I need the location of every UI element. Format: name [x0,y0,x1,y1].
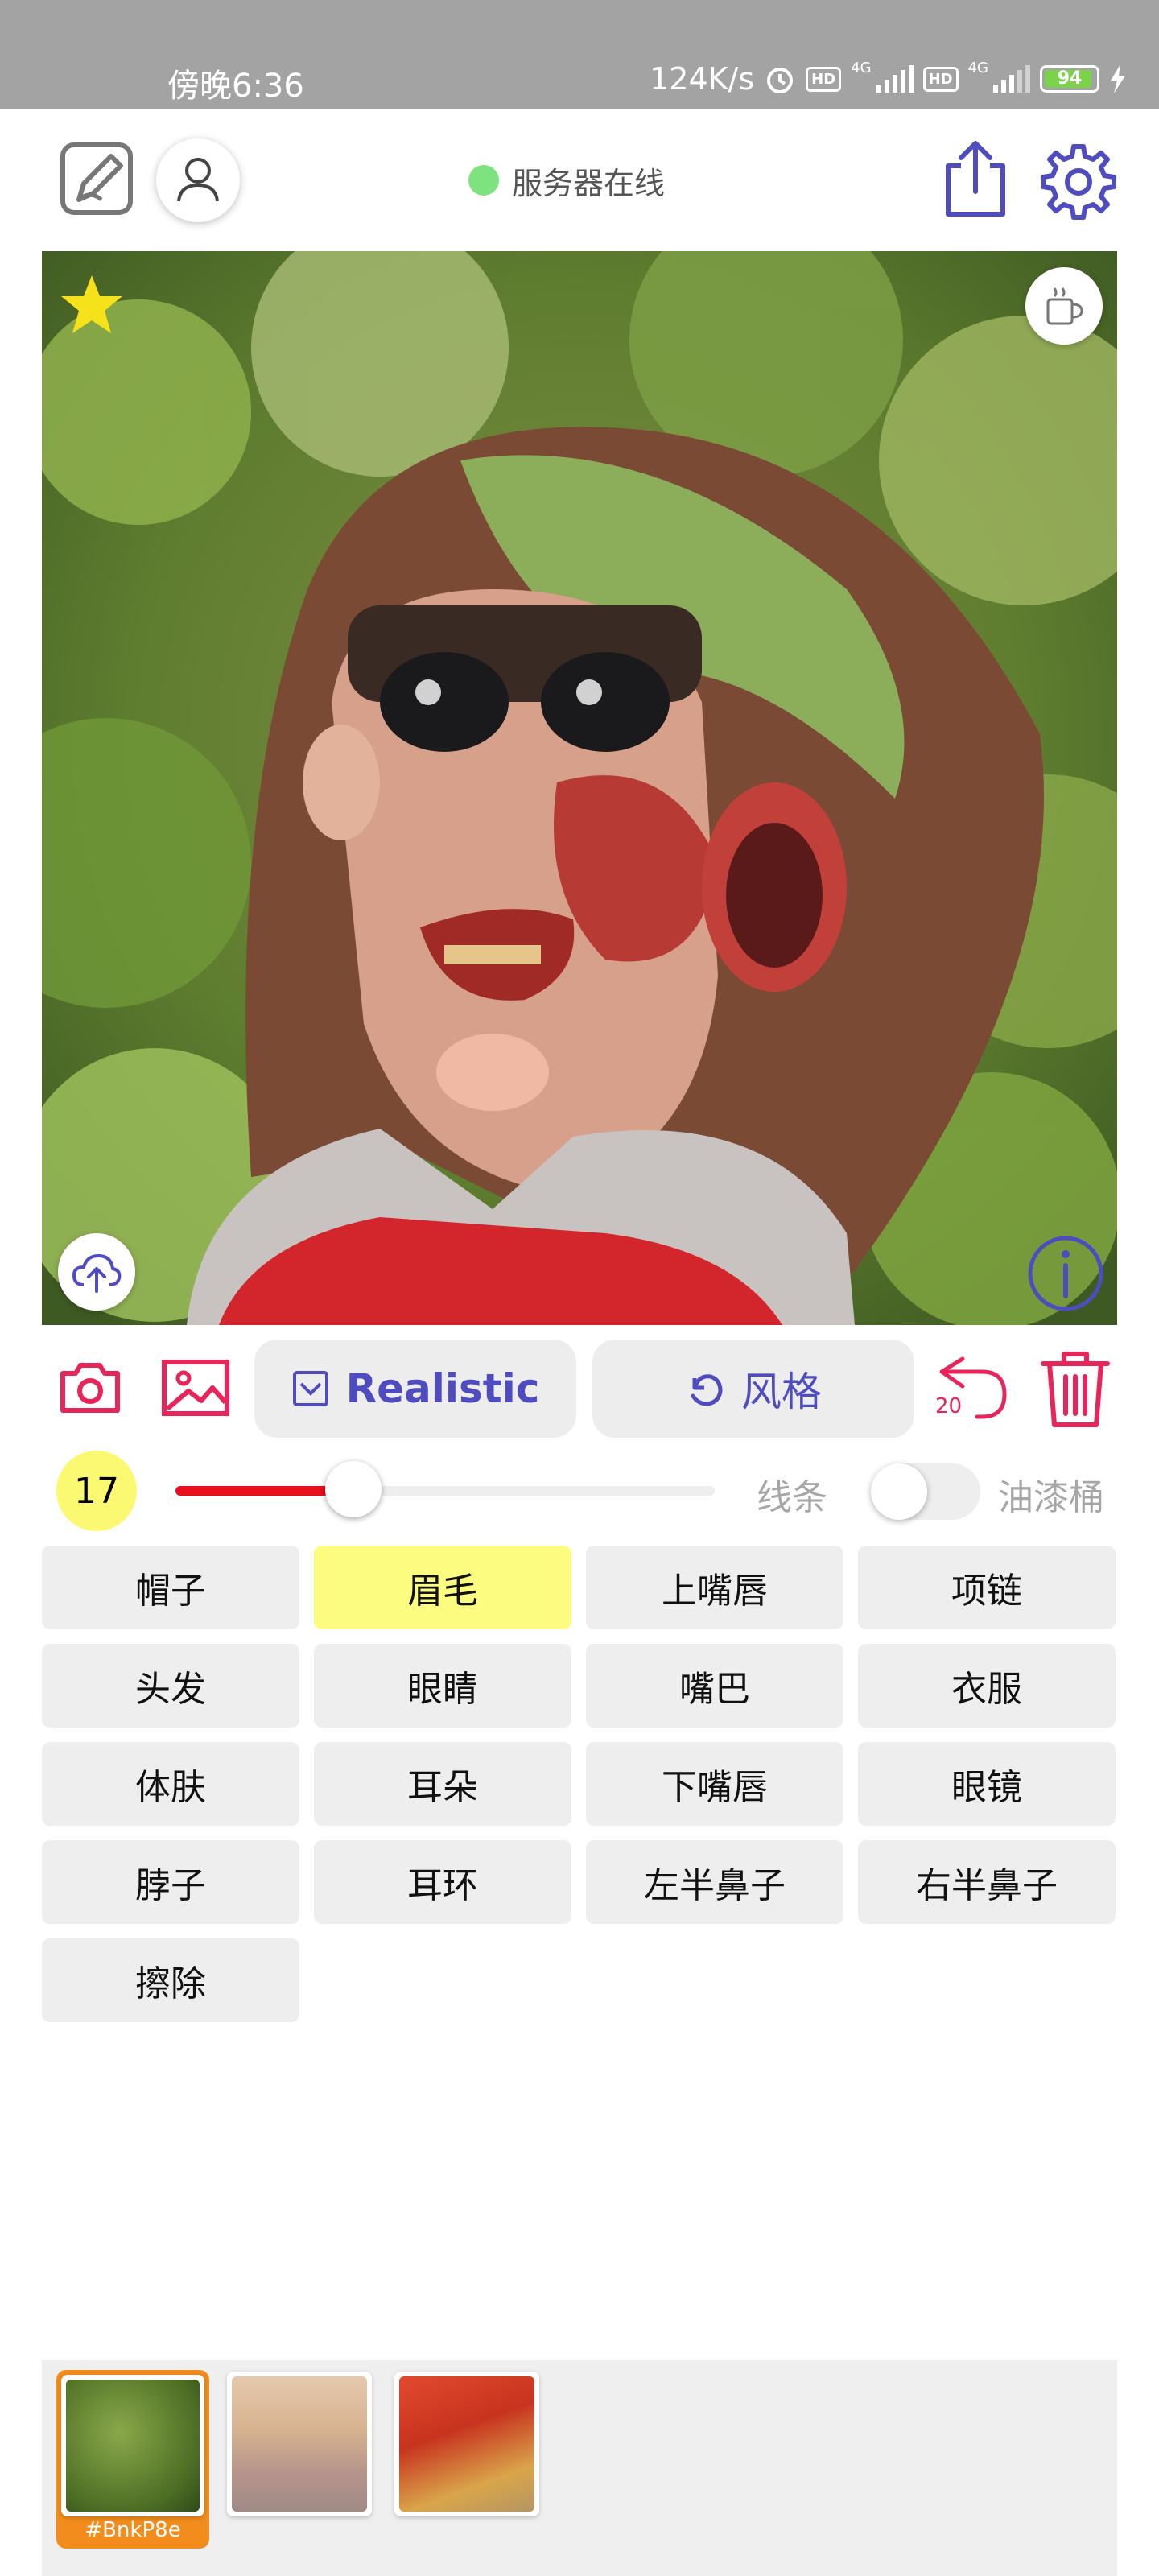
user-icon [177,158,219,202]
part-label: 眼镜 [951,1767,1022,1808]
user-button[interactable] [156,138,240,222]
generated-image [42,251,1117,1325]
signal-icon [993,65,1030,93]
sketch-button[interactable] [58,140,135,217]
part-label: 项链 [951,1571,1022,1612]
style-label: 风格 [741,1368,822,1415]
part-button[interactable]: 眼镜 [858,1742,1116,1826]
alarm-icon [767,68,794,93]
coffee-icon [1046,287,1083,325]
share-icon [946,141,1005,217]
star-icon [61,275,122,333]
part-button[interactable]: 上嘴唇 [586,1546,843,1629]
status-dot-icon [468,165,499,196]
server-status-text: 服务器在线 [512,165,666,201]
status-bar: 傍晚6:36 124K/s HD 4G HD 4G 94 [0,0,1159,109]
history-thumb[interactable] [227,2372,372,2516]
part-button[interactable]: 耳朵 [314,1742,571,1826]
settings-button[interactable] [1038,142,1116,220]
part-button[interactable]: 项链 [858,1546,1116,1629]
network-speed: 124K/s [650,61,755,97]
part-label: 脖子 [135,1865,206,1906]
part-label: 嘴巴 [679,1669,750,1710]
part-label: 下嘴唇 [662,1767,768,1808]
delete-button[interactable] [1038,1349,1112,1430]
history-thumb[interactable] [61,2375,204,2516]
camera-button[interactable] [56,1354,124,1422]
sketch-icon [60,142,133,215]
battery-icon: 94 [1040,65,1099,93]
part-label: 头发 [135,1669,206,1710]
part-button[interactable]: 衣服 [858,1644,1116,1728]
part-label: 耳朵 [407,1767,478,1808]
part-button[interactable]: 眼睛 [314,1644,571,1728]
part-label: 耳环 [407,1865,478,1906]
cloud-upload-icon [72,1254,122,1293]
undo-button[interactable]: 20 [930,1352,1011,1433]
style-button[interactable]: 风格 [592,1340,914,1438]
favorite-button[interactable] [60,272,124,336]
part-button[interactable]: 左半鼻子 [586,1840,843,1924]
mode-label: Realistic [345,1365,540,1412]
part-label: 眉毛 [407,1571,478,1612]
image-icon [162,1360,229,1416]
gallery-button[interactable] [159,1354,232,1422]
part-label: 右半鼻子 [916,1865,1058,1906]
part-label: 帽子 [135,1571,206,1612]
part-label: 擦除 [135,1963,206,2004]
info-button[interactable] [1025,1233,1106,1314]
gear-icon [1041,144,1116,220]
brush-size-slider-knob[interactable] [325,1461,382,1517]
share-button[interactable] [937,138,1014,217]
line-mode-label: 线条 [757,1477,827,1518]
info-icon [1028,1236,1103,1311]
part-button[interactable]: 擦除 [42,1938,299,2022]
part-button[interactable]: 帽子 [42,1546,299,1629]
part-button[interactable]: 耳环 [314,1840,571,1924]
part-label: 体肤 [135,1767,206,1808]
brush-size-value: 17 [74,1470,119,1512]
charging-icon [1111,64,1125,93]
status-icons: 124K/s HD 4G HD 4G 94 [650,56,1127,101]
part-button[interactable]: 体肤 [42,1742,299,1826]
bucket-mode-label: 油漆桶 [998,1477,1104,1518]
brush-size-indicator: 17 [56,1451,137,1531]
part-button[interactable]: 眉毛 [314,1546,571,1629]
drawing-canvas[interactable] [42,251,1117,1325]
part-button[interactable]: 脖子 [42,1840,299,1924]
bucket-toggle[interactable] [871,1463,980,1520]
network-type: 4G [967,60,988,76]
signal-icon [876,65,914,93]
history-thumb-label: #BnkP8e [85,2518,181,2542]
mode-button[interactable]: Realistic [254,1340,576,1438]
hd-badge: HD [922,66,959,92]
part-selector-grid: 帽子 眉毛 上嘴唇 项链头发 眼睛 嘴巴 衣服体肤 耳朵 下嘴唇 眼镜脖子 耳环 左半鼻子 右半鼻子擦除 [42,1546,1120,2029]
part-button[interactable]: 头发 [42,1644,299,1728]
server-status: 服务器在线 [468,158,665,203]
camera-icon [60,1363,120,1413]
part-button[interactable]: 下嘴唇 [586,1742,843,1826]
status-time: 傍晚6:36 [167,68,304,105]
part-label: 左半鼻子 [644,1865,786,1906]
undo-count: 20 [935,1394,963,1418]
coffee-button[interactable] [1025,267,1103,345]
battery-level: 94 [1057,68,1083,89]
part-button[interactable]: 右半鼻子 [858,1840,1116,1924]
bucket-toggle-knob [871,1463,927,1520]
part-label: 眼睛 [407,1669,478,1710]
refresh-icon [691,1374,723,1406]
network-type: 4G [851,60,872,76]
trash-icon [1041,1352,1110,1427]
part-label: 衣服 [951,1669,1022,1710]
part-button[interactable]: 嘴巴 [586,1644,843,1728]
hd-badge: HD [806,66,842,92]
history-thumb[interactable] [394,2372,539,2516]
checkbox-icon [292,1371,328,1406]
part-label: 上嘴唇 [662,1571,768,1612]
upload-button[interactable] [58,1233,135,1311]
